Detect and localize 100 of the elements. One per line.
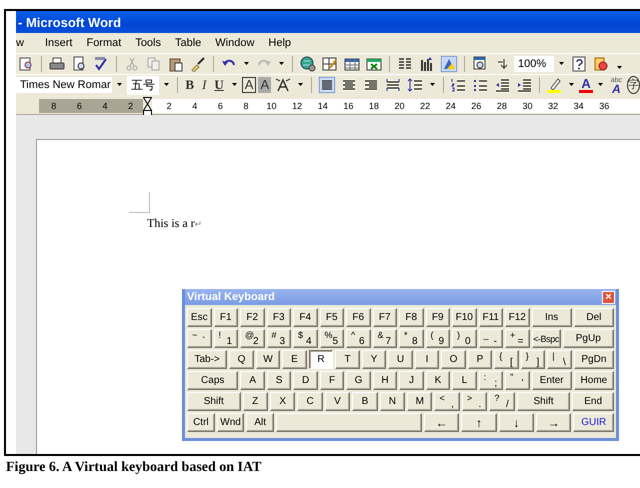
key[interactable]: End bbox=[572, 392, 614, 411]
key[interactable]: PgUp bbox=[562, 329, 614, 348]
key[interactable]: ~ ` bbox=[187, 329, 212, 348]
key[interactable]: F10 bbox=[452, 308, 476, 327]
key[interactable]: F9 bbox=[426, 308, 450, 327]
menu-item[interactable]: Tools bbox=[128, 37, 168, 49]
key[interactable]: X bbox=[270, 392, 296, 411]
underline-button[interactable]: U bbox=[211, 77, 227, 93]
key[interactable]: @ 2 bbox=[240, 329, 264, 348]
key[interactable]: B bbox=[352, 392, 378, 411]
character-border-button[interactable]: A bbox=[242, 77, 256, 93]
key[interactable]: PgDn bbox=[574, 350, 614, 369]
key[interactable]: # 3 bbox=[266, 329, 291, 348]
key[interactable]: Enter bbox=[532, 371, 572, 390]
font-size-field[interactable]: 五号 bbox=[127, 76, 159, 94]
bold-button[interactable]: B bbox=[182, 77, 198, 93]
key[interactable]: : ; bbox=[478, 371, 504, 390]
key[interactable]: & 7 bbox=[372, 329, 397, 348]
key[interactable]: Alt bbox=[246, 413, 274, 432]
key[interactable]: ↓ bbox=[498, 413, 534, 432]
key[interactable]: N bbox=[380, 392, 406, 411]
key[interactable]: T bbox=[335, 350, 360, 369]
character-scaling-icon[interactable] bbox=[275, 77, 292, 93]
key[interactable]: M bbox=[407, 392, 432, 411]
key[interactable]: F12 bbox=[505, 308, 530, 327]
key[interactable]: Del bbox=[574, 308, 614, 327]
decrease-indent-icon[interactable] bbox=[494, 77, 510, 93]
key[interactable]: Ins bbox=[532, 308, 572, 327]
key[interactable]: _ - bbox=[478, 329, 503, 348]
key[interactable]: S bbox=[266, 371, 292, 390]
menu-item[interactable]: Help bbox=[261, 37, 298, 49]
key[interactable]: R bbox=[308, 350, 334, 369]
clipboard-icon[interactable] bbox=[168, 56, 184, 72]
key[interactable]: ^ 6 bbox=[346, 329, 370, 348]
print-preview-icon[interactable] bbox=[71, 56, 87, 72]
key[interactable]: > . bbox=[462, 392, 488, 411]
key[interactable]: $ 4 bbox=[293, 329, 318, 348]
line-spacing-icon[interactable] bbox=[406, 77, 423, 93]
key[interactable]: % 5 bbox=[320, 329, 344, 348]
key[interactable]: I bbox=[414, 350, 440, 369]
key[interactable]: ! 1 bbox=[214, 329, 238, 348]
magnifier-page-icon[interactable] bbox=[472, 56, 488, 72]
key[interactable]: ↑ bbox=[461, 413, 497, 432]
highlighter-icon[interactable] bbox=[546, 77, 562, 93]
key[interactable]: ) 0 bbox=[452, 329, 476, 348]
key[interactable]: → bbox=[536, 413, 572, 432]
key[interactable]: " ' bbox=[505, 371, 530, 390]
key[interactable]: O bbox=[441, 350, 466, 369]
table-pencil-icon[interactable] bbox=[322, 56, 338, 72]
key[interactable]: GUIR bbox=[573, 413, 614, 432]
key[interactable]: Shift bbox=[187, 392, 241, 411]
key[interactable]: ? / bbox=[489, 392, 515, 411]
table-icon[interactable] bbox=[344, 56, 360, 72]
key[interactable]: V bbox=[324, 392, 350, 411]
key[interactable]: F6 bbox=[346, 308, 370, 327]
key[interactable]: ← bbox=[424, 413, 460, 432]
key[interactable]: F2 bbox=[240, 308, 264, 327]
numbered-list-icon[interactable] bbox=[450, 77, 466, 93]
key[interactable]: <-Bspc bbox=[532, 329, 560, 348]
key[interactable]: * 8 bbox=[399, 329, 424, 348]
key[interactable]: U bbox=[388, 350, 413, 369]
space-key[interactable] bbox=[276, 413, 422, 432]
spelling-check-icon[interactable] bbox=[93, 56, 109, 72]
bullet-list-icon[interactable] bbox=[472, 77, 488, 93]
italic-button[interactable]: I bbox=[199, 77, 210, 93]
key[interactable]: A bbox=[240, 371, 265, 390]
menu-item[interactable]: Format bbox=[79, 37, 128, 49]
key[interactable]: F5 bbox=[320, 308, 344, 327]
font-color-button[interactable]: A bbox=[579, 77, 593, 93]
key[interactable]: F bbox=[320, 371, 344, 390]
brush-icon[interactable] bbox=[190, 56, 206, 72]
key[interactable]: < , bbox=[434, 392, 460, 411]
align-left-icon[interactable] bbox=[318, 77, 335, 93]
bar-drawing-icon[interactable] bbox=[419, 56, 435, 72]
key[interactable]: Caps bbox=[187, 371, 238, 390]
key[interactable]: Ctrl bbox=[187, 413, 215, 432]
key[interactable]: E bbox=[282, 350, 307, 369]
key[interactable]: G bbox=[346, 371, 371, 390]
key[interactable]: H bbox=[372, 371, 398, 390]
menu-item[interactable]: w bbox=[16, 37, 38, 49]
key[interactable]: F3 bbox=[266, 308, 291, 327]
printer-icon[interactable] bbox=[49, 56, 65, 72]
key[interactable]: | \ bbox=[547, 350, 572, 369]
key[interactable]: Wnd bbox=[216, 413, 244, 432]
close-button[interactable]: × bbox=[602, 290, 615, 304]
enclose-characters-button[interactable]: 字 bbox=[627, 76, 640, 94]
key[interactable]: P bbox=[468, 350, 492, 369]
key[interactable]: Home bbox=[574, 371, 614, 390]
key[interactable]: F11 bbox=[478, 308, 503, 327]
font-field[interactable]: Times New Romar bbox=[16, 77, 112, 93]
key[interactable]: F8 bbox=[399, 308, 424, 327]
spreadsheet-icon[interactable] bbox=[366, 56, 382, 72]
key[interactable]: } ] bbox=[520, 350, 546, 369]
increase-indent-icon[interactable] bbox=[516, 77, 532, 93]
key[interactable]: W bbox=[256, 350, 280, 369]
key[interactable]: Q bbox=[229, 350, 254, 369]
distribute-icon[interactable] bbox=[384, 77, 401, 93]
key[interactable]: F1 bbox=[214, 308, 238, 327]
menu-item[interactable]: Insert bbox=[38, 37, 80, 49]
key[interactable]: F4 bbox=[293, 308, 318, 327]
